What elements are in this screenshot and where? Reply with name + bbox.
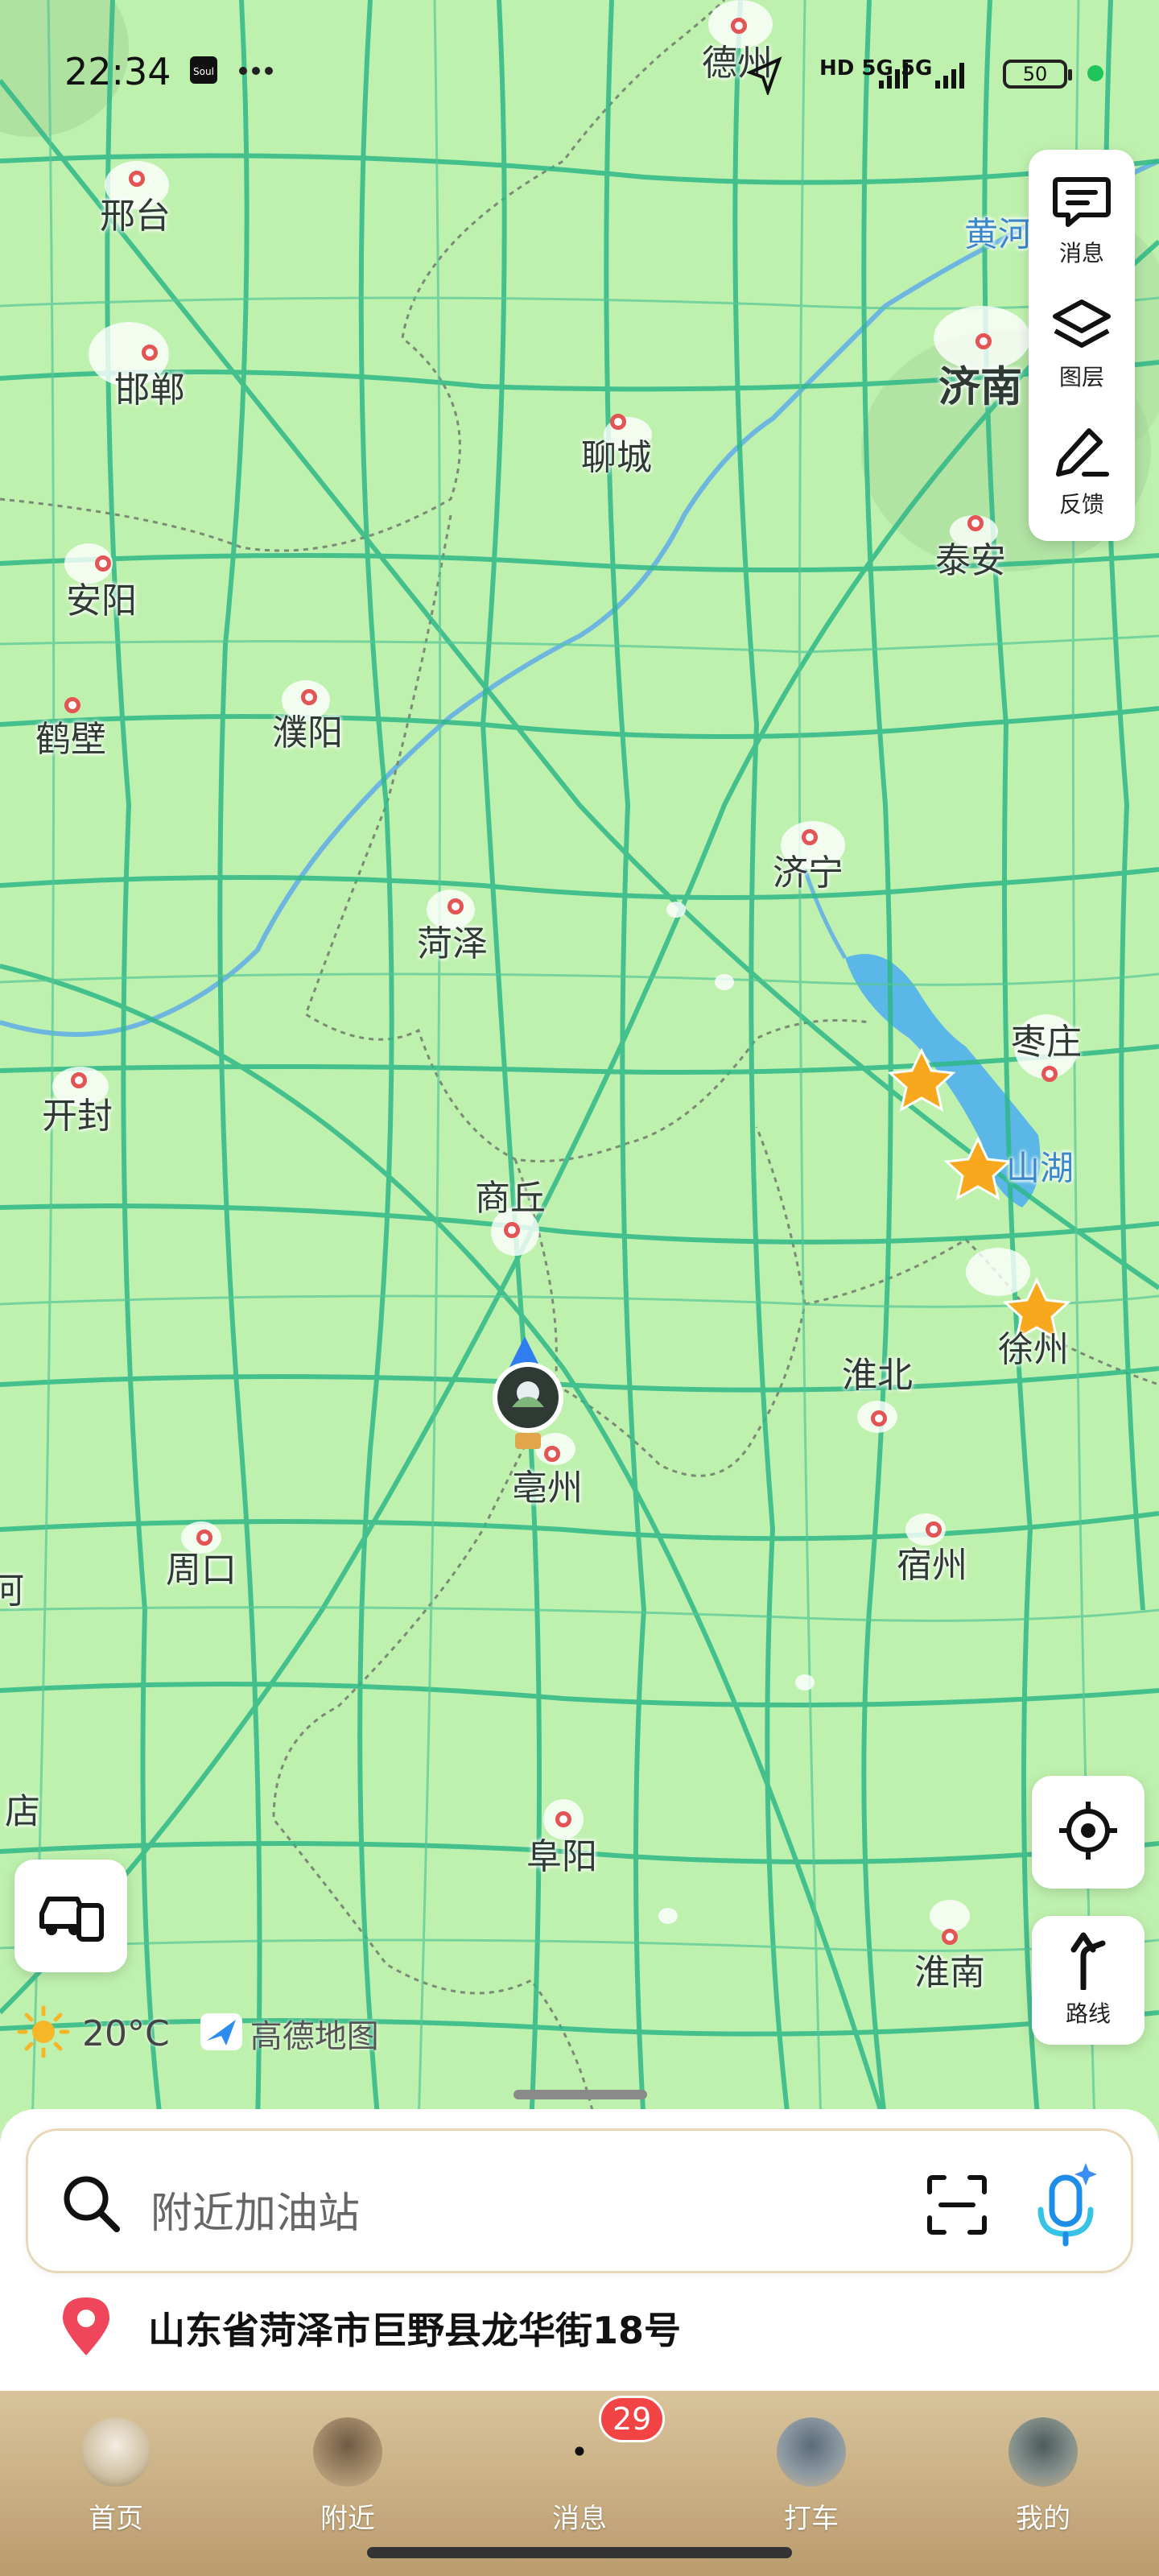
city-label-edge: 河: [0, 1571, 24, 1612]
city-label[interactable]: 宿州: [897, 1536, 967, 1587]
feedback-button[interactable]: 反馈: [1029, 412, 1135, 533]
feedback-label: 反馈: [1058, 491, 1104, 518]
voice-assistant-icon[interactable]: [1033, 2160, 1100, 2252]
city-label[interactable]: 枣庄: [1011, 1013, 1082, 1064]
city-label[interactable]: 阜阳: [526, 1827, 597, 1879]
city-label[interactable]: 泰安: [935, 531, 1006, 583]
layers-button[interactable]: 图层: [1029, 285, 1135, 406]
search-icon: [60, 2173, 123, 2239]
city-label[interactable]: 邯郸: [114, 361, 185, 412]
river-label: 黄河: [963, 214, 1033, 254]
city-label[interactable]: 濮阳: [272, 704, 343, 755]
tab-label: 打车: [784, 2503, 839, 2535]
more-icon: [238, 64, 274, 80]
layers-icon: [1052, 299, 1112, 355]
tab-nearby[interactable]: 附近: [267, 2391, 428, 2536]
city-label[interactable]: 淮北: [842, 1346, 913, 1397]
car-phone-icon: [37, 1886, 105, 1946]
city-label[interactable]: 菏泽: [417, 914, 488, 966]
city-label[interactable]: 安阳: [66, 572, 137, 623]
tab-label: 附近: [320, 2503, 375, 2535]
svg-text:Soul: Soul: [193, 66, 214, 77]
weather-temperature: 20°C: [82, 2013, 170, 2054]
tab-label: 首页: [89, 2503, 143, 2535]
home-indicator[interactable]: [367, 2547, 792, 2558]
amap-logo-icon: [199, 2012, 244, 2055]
location-pin-icon: [56, 2294, 116, 2362]
tab-home[interactable]: 首页: [35, 2391, 196, 2536]
home-avatar-icon: [81, 2417, 151, 2487]
address-text: 山东省菏泽市巨野县龙华街18号: [148, 2309, 682, 2352]
tab-label: 消息: [552, 2503, 607, 2535]
tab-taxi[interactable]: 打车: [731, 2391, 892, 2536]
city-label-edge: 店: [5, 1791, 40, 1832]
city-label[interactable]: 济宁: [773, 844, 843, 895]
brand-name: 高德地图: [250, 2018, 379, 2055]
brand-logo: 高德地图: [199, 2010, 379, 2057]
crosshair-icon: [1058, 1800, 1119, 1864]
sheet-drag-handle[interactable]: [514, 2090, 647, 2099]
dot-icon: [1087, 64, 1104, 85]
message-count-badge: 29: [599, 2396, 666, 2442]
location-arrow-icon: [745, 56, 782, 98]
nearby-avatar-icon: [313, 2417, 382, 2487]
city-label[interactable]: 商丘: [475, 1169, 546, 1220]
route-label: 路线: [1065, 2000, 1111, 2027]
tab-label: 我的: [1016, 2503, 1070, 2535]
route-button[interactable]: 路线: [1032, 1916, 1145, 2045]
search-box[interactable]: 附近加油站: [26, 2128, 1133, 2273]
weather-widget: 20°C 高德地图: [16, 2004, 379, 2062]
city-label[interactable]: 开封: [42, 1087, 113, 1138]
city-label[interactable]: 聊城: [581, 428, 652, 480]
map-tool-panel: 消息 图层 反馈: [1029, 150, 1135, 541]
edit-icon: [1052, 426, 1112, 482]
sun-icon: [16, 2004, 71, 2062]
map-roads: [0, 0, 1159, 2125]
battery-icon: 50: [1003, 60, 1072, 89]
map-canvas[interactable]: 德州 邢台 邯郸 济南 聊城 泰安 安阳 鹤壁 濮阳 济宁 菏泽 枣庄 开封 商…: [0, 0, 1159, 2125]
route-arrow-icon: [1062, 1932, 1114, 1993]
city-label[interactable]: 鹤壁: [35, 710, 106, 762]
message-button[interactable]: 消息: [1029, 161, 1135, 282]
signal-icon: [877, 56, 990, 95]
lake-label: 山湖: [1005, 1148, 1074, 1188]
driving-mode-button[interactable]: [14, 1860, 127, 1972]
city-label[interactable]: 周口: [166, 1541, 237, 1592]
status-bar: 22:34 Soul HD 5G 5G 50: [0, 0, 1159, 145]
city-label[interactable]: 淮南: [914, 1943, 985, 1995]
app-notification-icon: Soul: [188, 55, 219, 89]
tab-me[interactable]: 我的: [963, 2391, 1124, 2536]
search-placeholder[interactable]: 附近加油站: [151, 2179, 360, 2240]
taxi-avatar-icon: [777, 2417, 846, 2487]
message-label: 消息: [1058, 240, 1104, 266]
scan-icon[interactable]: [926, 2174, 988, 2239]
status-time: 22:34: [64, 50, 171, 93]
current-address[interactable]: 山东省菏泽市巨野县龙华街18号: [56, 2294, 681, 2362]
profile-avatar-icon: [1008, 2417, 1078, 2487]
locate-button[interactable]: [1032, 1776, 1145, 1889]
city-label[interactable]: 邢台: [100, 187, 171, 238]
city-label[interactable]: 徐州: [998, 1320, 1069, 1372]
layers-label: 图层: [1058, 364, 1104, 390]
message-icon: [1052, 175, 1112, 231]
city-label[interactable]: 济南: [938, 353, 1022, 414]
city-label[interactable]: 亳州: [512, 1459, 583, 1510]
